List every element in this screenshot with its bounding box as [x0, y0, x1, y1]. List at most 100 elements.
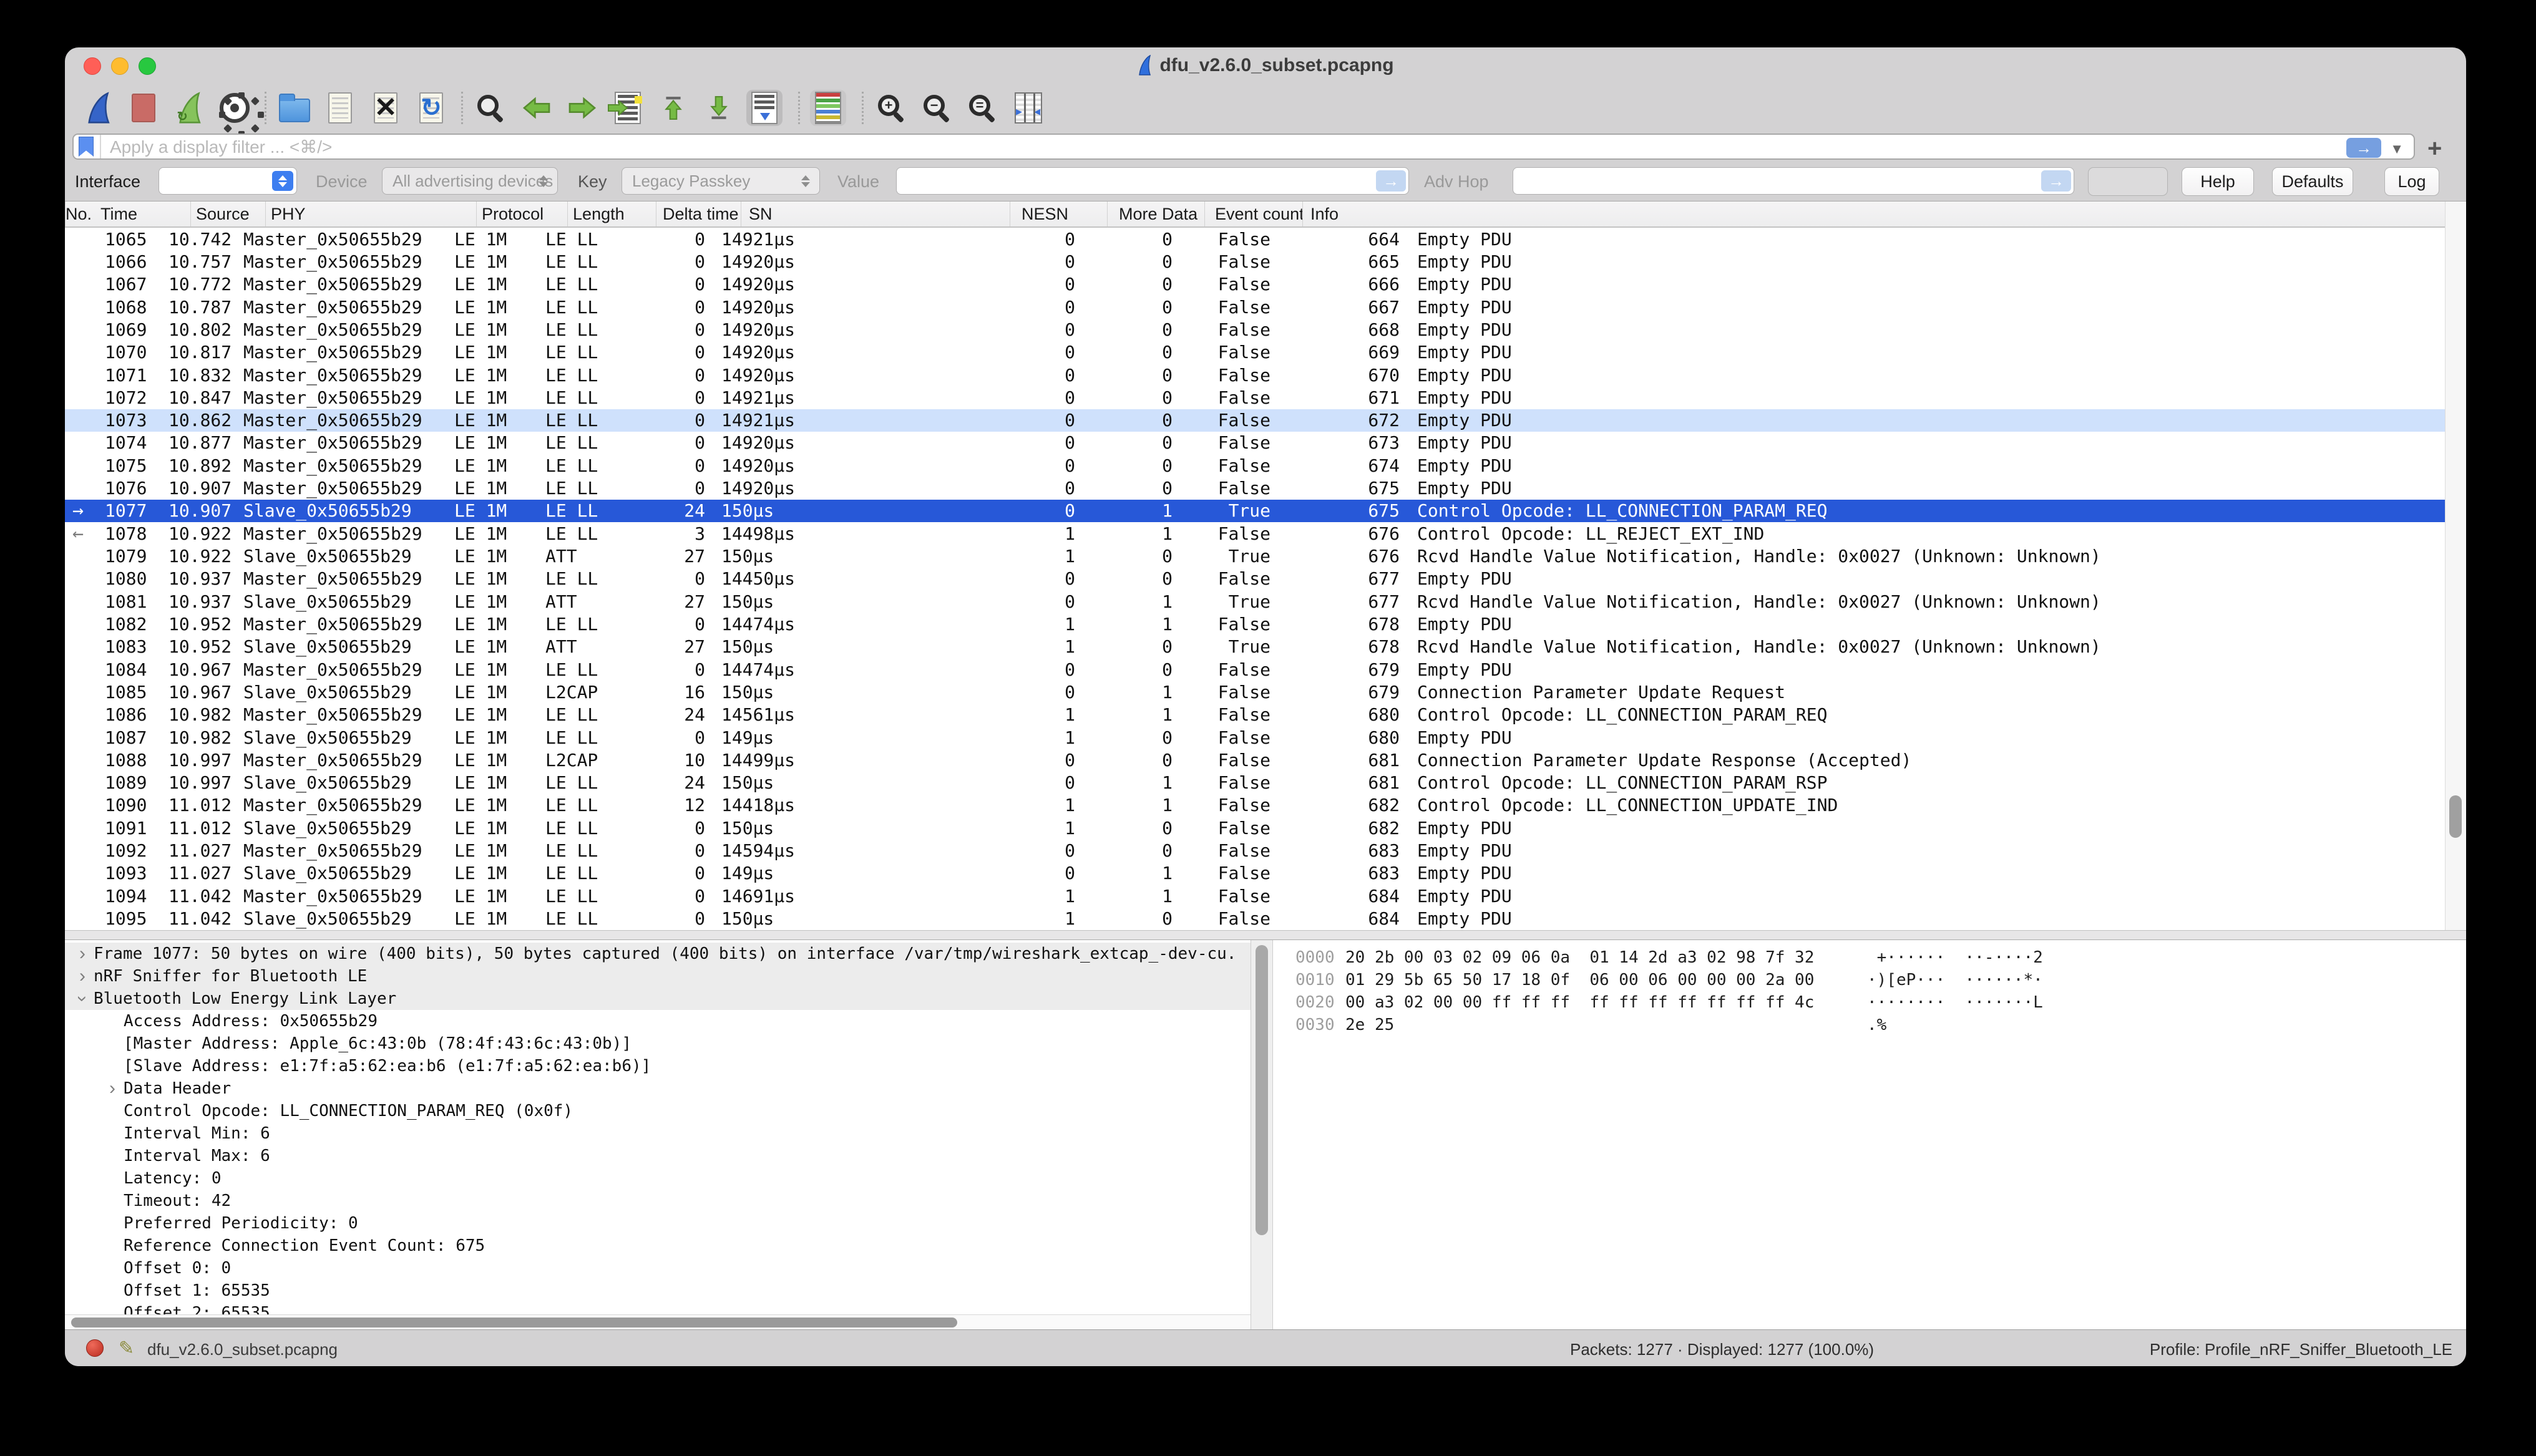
previous-packet-icon[interactable]: [519, 90, 555, 126]
detail-tree-row[interactable]: Interval Min: 6: [65, 1122, 1251, 1145]
profile-indicator[interactable]: Profile: Profile_nRF_Sniffer_Bluetooth_L…: [2150, 1340, 2452, 1359]
expand-chevron-icon[interactable]: [72, 988, 93, 1010]
column-header[interactable]: Length: [567, 201, 656, 226]
column-header[interactable]: Source: [190, 201, 265, 226]
value-input[interactable]: →: [896, 167, 1409, 195]
colorize-packets-icon[interactable]: [810, 90, 846, 126]
apply-filter-button[interactable]: →: [2346, 138, 2381, 158]
column-header[interactable]: SN: [741, 201, 1010, 226]
packet-row[interactable]: → 1077 10.907 Slave_0x50655b29 LE 1M LE …: [65, 500, 2445, 522]
save-file-icon[interactable]: [322, 90, 358, 126]
restart-capture-icon[interactable]: ↻: [171, 90, 207, 126]
packet-row[interactable]: 1075 10.892 Master_0x50655b29 LE 1M LE L…: [65, 454, 2445, 477]
first-packet-icon[interactable]: [655, 90, 691, 126]
packet-row[interactable]: 1083 10.952 Slave_0x50655b29 LE 1M ATT 2…: [65, 636, 2445, 658]
expand-chevron-icon[interactable]: [101, 1078, 124, 1099]
packet-row[interactable]: 1093 11.027 Slave_0x50655b29 LE 1M LE LL…: [65, 862, 2445, 885]
expand-chevron-icon[interactable]: [71, 966, 94, 987]
key-select[interactable]: Legacy Passkey: [622, 167, 820, 195]
detail-tree-row[interactable]: Bluetooth Low Energy Link Layer: [65, 988, 1251, 1010]
detail-hscrollbar-thumb[interactable]: [71, 1318, 957, 1327]
blank-button[interactable]: [2088, 167, 2168, 196]
detail-tree-row[interactable]: Data Header: [65, 1077, 1251, 1100]
key-select-chevrons-icon[interactable]: [795, 171, 816, 191]
help-button[interactable]: Help: [2182, 167, 2254, 196]
start-capture-icon[interactable]: [80, 90, 116, 126]
hex-row[interactable]: 0030 2e 25 .%: [1273, 1014, 2466, 1036]
pane-splitter[interactable]: [65, 930, 2466, 940]
edit-comment-icon[interactable]: ✎: [119, 1337, 134, 1359]
hex-row[interactable]: 0010 01 29 5b 65 50 17 18 0f 06 00 06 00…: [1273, 969, 2466, 991]
packet-row[interactable]: 1068 10.787 Master_0x50655b29 LE 1M LE L…: [65, 296, 2445, 318]
packet-row[interactable]: 1074 10.877 Master_0x50655b29 LE 1M LE L…: [65, 432, 2445, 454]
packet-row[interactable]: ← 1078 10.922 Master_0x50655b29 LE 1M LE…: [65, 522, 2445, 545]
advhop-input[interactable]: →: [1513, 167, 2074, 195]
packet-row[interactable]: 1069 10.802 Master_0x50655b29 LE 1M LE L…: [65, 318, 2445, 341]
device-select[interactable]: All advertising devices: [382, 167, 558, 195]
detail-tree-row[interactable]: Timeout: 42: [65, 1190, 1251, 1212]
column-header[interactable]: Event counter: [1204, 201, 1302, 226]
detail-tree-row[interactable]: Access Address: 0x50655b29: [65, 1010, 1251, 1032]
packet-row[interactable]: 1080 10.937 Master_0x50655b29 LE 1M LE L…: [65, 568, 2445, 590]
packet-row[interactable]: 1090 11.012 Master_0x50655b29 LE 1M LE L…: [65, 794, 2445, 817]
packet-row[interactable]: 1085 10.967 Slave_0x50655b29 LE 1M L2CAP…: [65, 681, 2445, 703]
packet-row[interactable]: 1070 10.817 Master_0x50655b29 LE 1M LE L…: [65, 341, 2445, 364]
detail-tree-row[interactable]: nRF Sniffer for Bluetooth LE: [65, 965, 1251, 988]
next-packet-icon[interactable]: [564, 90, 600, 126]
column-header[interactable]: More Data: [1107, 201, 1204, 226]
packet-row[interactable]: 1086 10.982 Master_0x50655b29 LE 1M LE L…: [65, 704, 2445, 726]
hex-row[interactable]: 0000 20 2b 00 03 02 09 06 0a 01 14 2d a3…: [1273, 946, 2466, 969]
packet-row[interactable]: 1084 10.967 Master_0x50655b29 LE 1M LE L…: [65, 658, 2445, 681]
expert-info-icon[interactable]: [86, 1339, 104, 1357]
hex-row[interactable]: 0020 00 a3 02 00 00 ff ff ff ff ff ff ff…: [1273, 991, 2466, 1014]
detail-tree-row[interactable]: Reference Connection Event Count: 675: [65, 1235, 1251, 1257]
capture-options-icon[interactable]: [217, 90, 253, 126]
zoom-in-icon[interactable]: +: [874, 90, 910, 126]
column-header[interactable]: PHY: [265, 201, 476, 226]
zoom-out-icon[interactable]: −: [919, 90, 955, 126]
column-header[interactable]: No.: [65, 201, 92, 226]
column-header[interactable]: Protocol: [476, 201, 567, 226]
defaults-button[interactable]: Defaults: [2272, 167, 2353, 196]
packet-row[interactable]: 1095 11.042 Slave_0x50655b29 LE 1M LE LL…: [65, 907, 2445, 929]
packet-row[interactable]: 1072 10.847 Master_0x50655b29 LE 1M LE L…: [65, 386, 2445, 409]
filter-dropdown-caret-icon[interactable]: ▼: [2390, 141, 2404, 157]
detail-tree-row[interactable]: [Master Address: Apple_6c:43:0b (78:4f:4…: [65, 1032, 1251, 1055]
packet-row[interactable]: 1092 11.027 Master_0x50655b29 LE 1M LE L…: [65, 839, 2445, 861]
expand-chevron-icon[interactable]: [71, 943, 94, 964]
go-to-packet-icon[interactable]: [610, 90, 646, 126]
display-filter-input[interactable]: Apply a display filter ... <⌘/> → ▼: [72, 133, 2415, 160]
detail-vscrollbar-thumb[interactable]: [1256, 945, 1268, 1235]
log-button[interactable]: Log: [2384, 167, 2439, 196]
interface-select[interactable]: [158, 167, 297, 195]
packet-list-scrollbar[interactable]: [2445, 201, 2466, 930]
packet-row[interactable]: 1071 10.832 Master_0x50655b29 LE 1M LE L…: [65, 364, 2445, 386]
packet-row[interactable]: 1088 10.997 Master_0x50655b29 LE 1M L2CA…: [65, 749, 2445, 771]
column-header[interactable]: Info: [1302, 201, 1433, 226]
last-packet-icon[interactable]: [701, 90, 737, 126]
detail-vertical-scrollbar[interactable]: [1251, 940, 1273, 1329]
packet-row[interactable]: 1081 10.937 Slave_0x50655b29 LE 1M ATT 2…: [65, 590, 2445, 613]
reload-file-icon[interactable]: ↻: [413, 90, 449, 126]
filter-bookmark-icon[interactable]: [79, 137, 94, 157]
auto-scroll-toggle-icon[interactable]: [746, 90, 783, 126]
detail-tree-row[interactable]: Preferred Periodicity: 0: [65, 1212, 1251, 1235]
packet-list-scrollbar-thumb[interactable]: [2449, 795, 2462, 838]
stop-capture-icon[interactable]: [125, 90, 162, 126]
detail-tree-row[interactable]: Latency: 0: [65, 1167, 1251, 1190]
packet-row[interactable]: 1094 11.042 Master_0x50655b29 LE 1M LE L…: [65, 885, 2445, 907]
close-file-icon[interactable]: ✕: [368, 90, 404, 126]
packet-row[interactable]: 1066 10.757 Master_0x50655b29 LE 1M LE L…: [65, 250, 2445, 273]
column-header[interactable]: Delta time (µs end to start): [656, 201, 741, 226]
packet-row[interactable]: 1089 10.997 Slave_0x50655b29 LE 1M LE LL…: [65, 772, 2445, 794]
zoom-reset-icon[interactable]: =: [965, 90, 1001, 126]
add-filter-button[interactable]: +: [2427, 135, 2442, 163]
detail-tree-row[interactable]: Frame 1077: 50 bytes on wire (400 bits),…: [65, 943, 1251, 965]
packet-row[interactable]: 1076 10.907 Master_0x50655b29 LE 1M LE L…: [65, 477, 2445, 499]
packet-row[interactable]: 1087 10.982 Slave_0x50655b29 LE 1M LE LL…: [65, 726, 2445, 749]
detail-horizontal-scrollbar[interactable]: [65, 1314, 1251, 1329]
packet-row[interactable]: 1073 10.862 Master_0x50655b29 LE 1M LE L…: [65, 409, 2445, 432]
resize-columns-icon[interactable]: ▸◂: [1010, 90, 1046, 126]
detail-tree-row[interactable]: [Slave Address: e1:7f:a5:62:ea:b6 (e1:7f…: [65, 1055, 1251, 1077]
detail-tree-row[interactable]: Offset 2: 65535: [65, 1302, 1251, 1314]
